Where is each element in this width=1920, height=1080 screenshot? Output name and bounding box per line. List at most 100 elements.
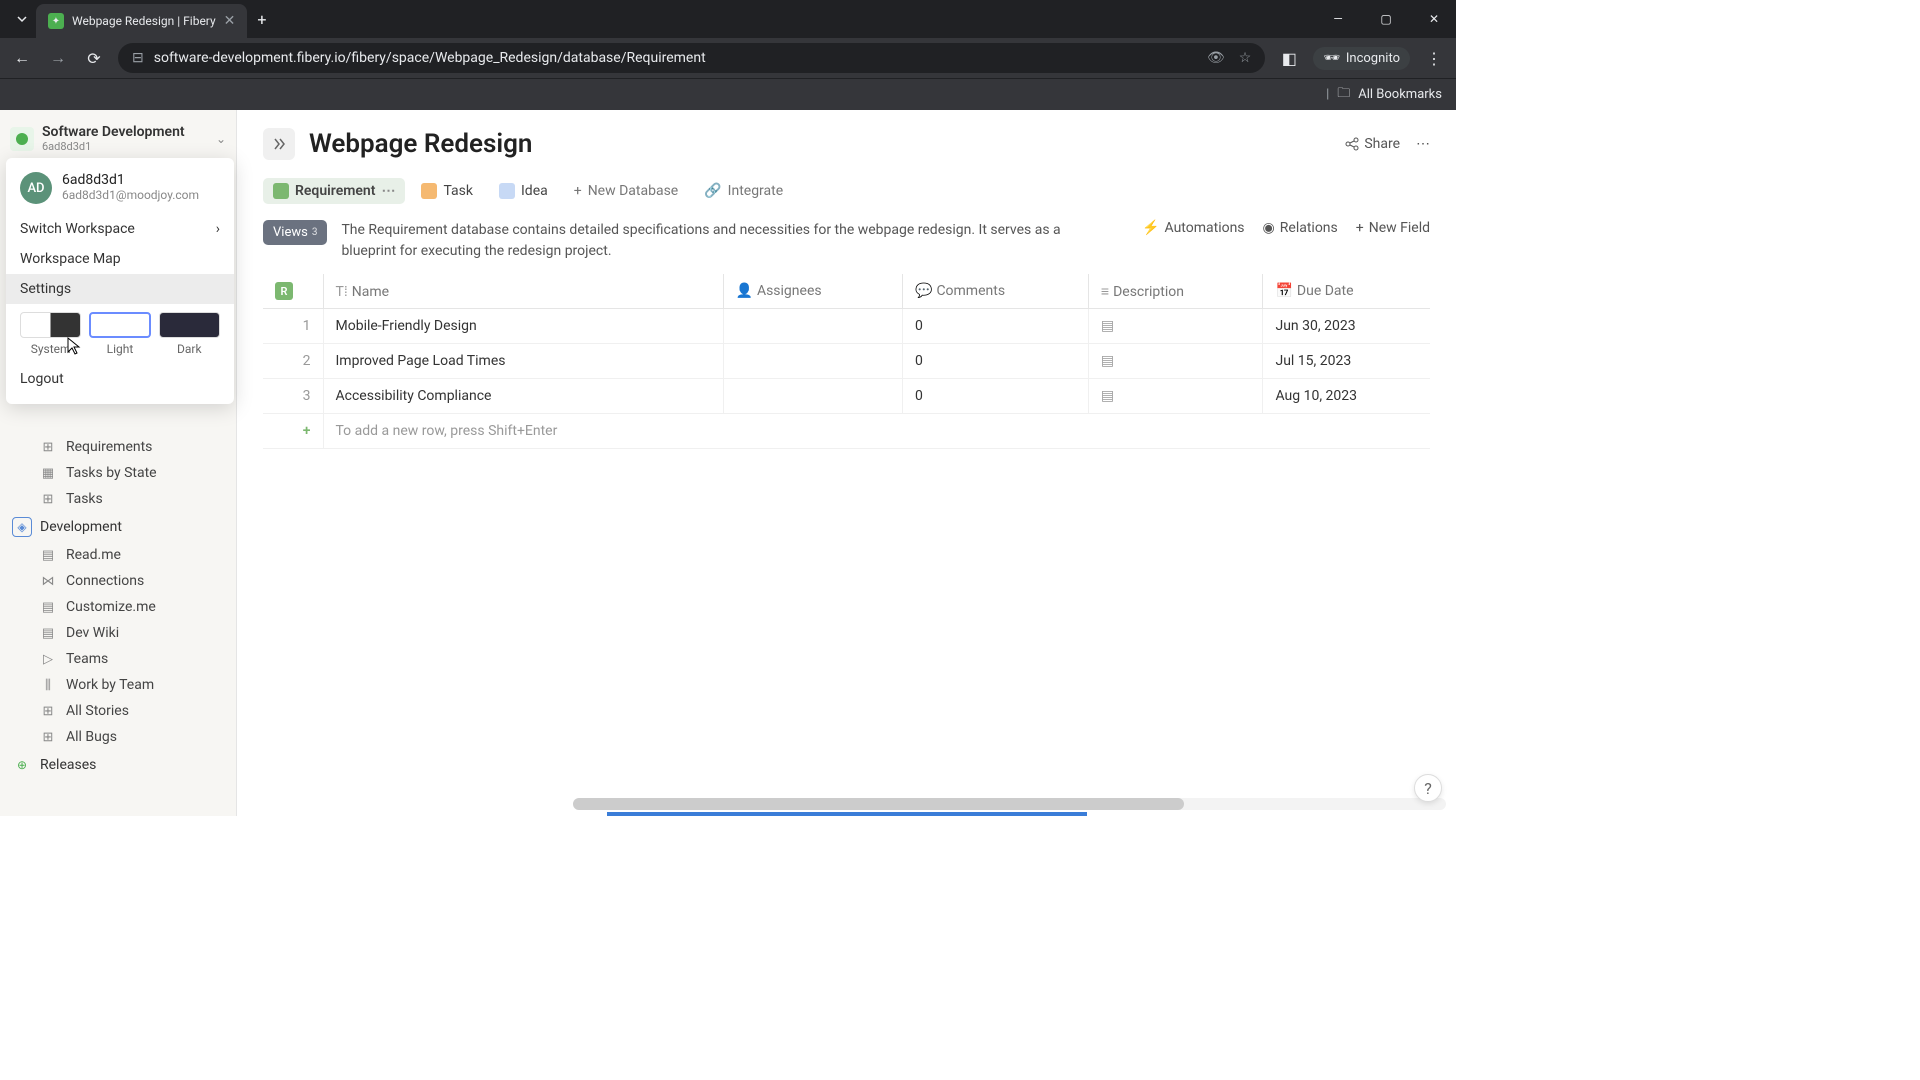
cell-comments[interactable]: 0: [903, 309, 1089, 344]
cell-name[interactable]: Accessibility Compliance: [323, 379, 723, 414]
new-field-button[interactable]: +New Field: [1356, 220, 1430, 236]
sidebar-item-label: Dev Wiki: [66, 625, 119, 641]
cell-description[interactable]: ▤: [1088, 344, 1263, 379]
sidebar-item-tasks[interactable]: ⊞Tasks: [0, 486, 236, 512]
settings-item[interactable]: Settings: [6, 274, 234, 304]
relations-button[interactable]: ◉Relations: [1263, 220, 1338, 236]
close-window-button[interactable]: ✕: [1420, 12, 1448, 26]
grid-icon: ⊞: [40, 492, 56, 507]
cell-assignees[interactable]: [723, 309, 903, 344]
action-label: Relations: [1280, 220, 1338, 236]
sidebar-item-requirements[interactable]: ⊞Requirements: [0, 434, 236, 460]
maximize-button[interactable]: ▢: [1372, 12, 1400, 26]
forward-button[interactable]: →: [46, 48, 70, 68]
site-info-icon[interactable]: ⊟: [132, 50, 144, 66]
automations-button[interactable]: ⚡Automations: [1142, 220, 1244, 236]
sidebar-item-all-bugs[interactable]: ⊞All Bugs: [0, 724, 236, 750]
tab-search-dropdown[interactable]: [8, 5, 36, 33]
browser-tab[interactable]: ✦ Webpage Redesign | Fibery ✕: [36, 4, 247, 38]
cell-comments[interactable]: 0: [903, 344, 1089, 379]
side-panel-icon[interactable]: ◧: [1277, 49, 1301, 68]
grid-icon: ⊞: [40, 730, 56, 745]
col-assignees[interactable]: 👤Assignees: [723, 274, 903, 309]
sidebar-group-development[interactable]: ◈ Development: [0, 512, 236, 542]
tab-more-icon[interactable]: ⋯: [381, 183, 395, 199]
views-button[interactable]: Views 3: [263, 220, 327, 245]
horizontal-scrollbar[interactable]: [573, 798, 1446, 810]
new-tab-button[interactable]: +: [257, 10, 266, 29]
db-icon-requirement: [273, 183, 289, 199]
scrollbar-thumb[interactable]: [573, 798, 1184, 810]
logout-item[interactable]: Logout: [6, 364, 234, 394]
cell-description[interactable]: ▤: [1088, 309, 1263, 344]
taskbar-indicator: [607, 812, 1087, 816]
theme-light[interactable]: Light: [89, 312, 150, 356]
table-row[interactable]: 1 Mobile-Friendly Design 0 ▤ Jun 30, 202…: [263, 309, 1430, 344]
col-comments[interactable]: 💬Comments: [903, 274, 1089, 309]
theme-dark[interactable]: Dark: [159, 312, 220, 356]
cell-description[interactable]: ▤: [1088, 379, 1263, 414]
add-row[interactable]: + To add a new row, press Shift+Enter: [263, 414, 1430, 449]
cell-due-date[interactable]: Jul 15, 2023: [1263, 344, 1430, 379]
plus-icon: +: [1356, 220, 1364, 236]
help-button[interactable]: ?: [1414, 774, 1442, 802]
sidebar-item-all-stories[interactable]: ⊞All Stories: [0, 698, 236, 724]
sidebar-item-work-by-team[interactable]: ⫼Work by Team: [0, 672, 236, 698]
sidebar-item-readme[interactable]: ▤Read.me: [0, 542, 236, 568]
integrate-button[interactable]: 🔗 Integrate: [694, 178, 793, 204]
requirement-badge-icon: R: [275, 282, 293, 300]
text-icon: ≡: [1101, 284, 1109, 300]
chevron-right-icon: ›: [216, 221, 220, 237]
incognito-badge[interactable]: 🕶 Incognito: [1313, 47, 1410, 70]
eye-off-icon[interactable]: 👁: [1207, 50, 1225, 66]
col-due-date[interactable]: 📅Due Date: [1263, 274, 1430, 309]
cell-due-date[interactable]: Aug 10, 2023: [1263, 379, 1430, 414]
new-database-button[interactable]: + New Database: [564, 178, 688, 204]
sidebar-item-customize[interactable]: ▤Customize.me: [0, 594, 236, 620]
close-tab-icon[interactable]: ✕: [224, 13, 236, 29]
cell-assignees[interactable]: [723, 379, 903, 414]
workspace-switcher[interactable]: Software Development 6ad8d3d1 ⌄: [0, 118, 236, 159]
col-name[interactable]: T⁞Name: [323, 274, 723, 309]
plus-icon: +: [303, 423, 311, 439]
cell-due-date[interactable]: Jun 30, 2023: [1263, 309, 1430, 344]
table-row[interactable]: 2 Improved Page Load Times 0 ▤ Jul 15, 2…: [263, 344, 1430, 379]
address-bar[interactable]: ⊟ software-development.fibery.io/fibery/…: [118, 43, 1265, 73]
share-button[interactable]: Share: [1345, 136, 1400, 152]
tab-task[interactable]: Task: [411, 178, 483, 204]
sidebar-item-dev-wiki[interactable]: ▤Dev Wiki: [0, 620, 236, 646]
person-icon: 👤: [736, 283, 753, 299]
document-icon: ▤: [40, 600, 56, 615]
back-button[interactable]: ←: [10, 48, 34, 68]
sidebar-item-teams[interactable]: ▷Teams: [0, 646, 236, 672]
table-row[interactable]: 3 Accessibility Compliance 0 ▤ Aug 10, 2…: [263, 379, 1430, 414]
chevron-down-icon: ⌄: [216, 132, 226, 146]
workspace-id: 6ad8d3d1: [42, 140, 208, 153]
reload-button[interactable]: ⟳: [82, 49, 106, 68]
theme-system[interactable]: System: [20, 312, 81, 356]
cell-assignees[interactable]: [723, 344, 903, 379]
sidebar-item-tasks-by-state[interactable]: ▦Tasks by State: [0, 460, 236, 486]
col-badge: R: [263, 274, 323, 309]
database-tabs: Requirement ⋯ Task Idea + New Database 🔗…: [263, 178, 1430, 204]
browser-menu-icon[interactable]: ⋮: [1422, 49, 1446, 68]
switch-workspace-item[interactable]: Switch Workspace ›: [6, 214, 234, 244]
more-menu-icon[interactable]: ⋯: [1416, 136, 1430, 152]
user-header: AD 6ad8d3d1 6ad8d3d1@moodjoy.com: [6, 168, 234, 214]
sidebar: Software Development 6ad8d3d1 ⌄ AD 6ad8d…: [0, 110, 237, 816]
tab-requirement[interactable]: Requirement ⋯: [263, 178, 405, 204]
sidebar-group-releases[interactable]: ⊕ Releases: [0, 750, 236, 780]
tab-idea[interactable]: Idea: [489, 178, 558, 204]
collapse-sidebar-button[interactable]: [263, 128, 295, 160]
sidebar-item-connections[interactable]: ⋈Connections: [0, 568, 236, 594]
minimize-button[interactable]: —: [1324, 12, 1352, 26]
bookmark-star-icon[interactable]: ☆: [1239, 50, 1252, 66]
col-description[interactable]: ≡Description: [1088, 274, 1263, 309]
db-icon-idea: [499, 183, 515, 199]
database-description[interactable]: The Requirement database contains detail…: [341, 220, 1071, 262]
cell-comments[interactable]: 0: [903, 379, 1089, 414]
all-bookmarks-link[interactable]: All Bookmarks: [1358, 87, 1442, 102]
cell-name[interactable]: Mobile-Friendly Design: [323, 309, 723, 344]
cell-name[interactable]: Improved Page Load Times: [323, 344, 723, 379]
workspace-map-item[interactable]: Workspace Map: [6, 244, 234, 274]
